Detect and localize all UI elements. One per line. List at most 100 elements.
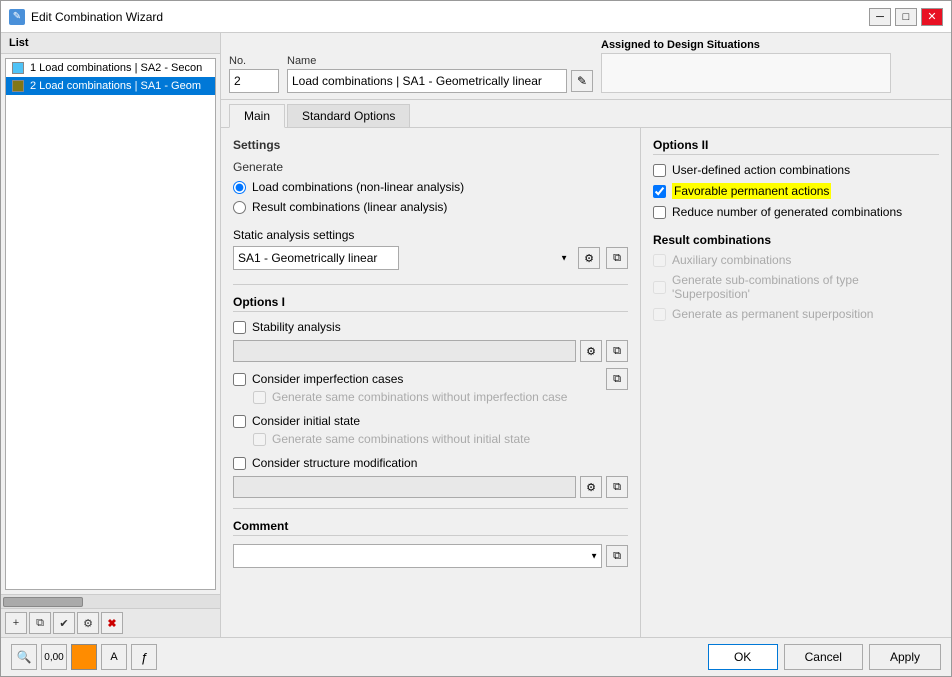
name-field-group: Name ✎: [287, 55, 593, 93]
imperfection-checkbox[interactable]: [233, 373, 246, 386]
right-panel: No. Name ✎ Assigned to Design Situations: [221, 33, 951, 637]
static-dropdown-wrapper: SA1 - Geometrically linear: [233, 246, 572, 270]
comment-dropdown[interactable]: [233, 544, 602, 568]
minimize-button[interactable]: ─: [869, 8, 891, 26]
scrollbar-thumb[interactable]: [3, 597, 83, 607]
color-btn[interactable]: [71, 644, 97, 670]
left-panel: List 1 Load combinations | SA2 - Secon 2…: [1, 33, 221, 637]
func-btn[interactable]: ƒ: [131, 644, 157, 670]
imperfection-group: Consider imperfection cases ⧉ Generate s…: [233, 368, 628, 404]
comment-section: Comment ⧉: [233, 519, 628, 568]
user-defined-checkbox-item: User-defined action combinations: [653, 163, 939, 177]
name-label: Name: [287, 55, 593, 67]
static-settings-btn[interactable]: ⚙: [578, 247, 600, 269]
stability-checkbox-item: Stability analysis: [233, 320, 628, 334]
toolbar-add-button[interactable]: +: [5, 612, 27, 634]
header-area: No. Name ✎ Assigned to Design Situations: [221, 33, 951, 100]
window-title: Edit Combination Wizard: [31, 10, 869, 24]
static-copy-btn[interactable]: ⧉: [606, 247, 628, 269]
structure-settings-btn[interactable]: ⚙: [580, 476, 602, 498]
no-label: No.: [229, 55, 279, 67]
initial-state-group: Consider initial state Generate same com…: [233, 414, 628, 446]
text-btn[interactable]: A: [101, 644, 127, 670]
favorable-label: Favorable permanent actions: [672, 183, 831, 199]
ok-button[interactable]: OK: [708, 644, 778, 670]
auxiliary-label: Auxiliary combinations: [672, 253, 791, 267]
sub-combinations-label: Generate sub-combinations of type 'Super…: [672, 273, 939, 301]
list-item-color: [12, 62, 24, 74]
structure-mod-checkbox[interactable]: [233, 457, 246, 470]
left-toolbar: + ⧉ ✔ ⚙ ✖: [1, 608, 220, 637]
static-analysis-label: Static analysis settings: [233, 228, 628, 242]
apply-button[interactable]: Apply: [869, 644, 941, 670]
list-item-color-2: [12, 80, 24, 92]
main-content: List 1 Load combinations | SA2 - Secon 2…: [1, 33, 951, 637]
num-btn[interactable]: 0,00: [41, 644, 67, 670]
initial-state-sub-checkbox: [253, 433, 266, 446]
list-item-text: 1 Load combinations | SA2 - Secon: [30, 62, 202, 74]
auxiliary-checkbox-item: Auxiliary combinations: [653, 253, 939, 267]
divider-2: [233, 508, 628, 509]
options-ii-section: Options II User-defined action combinati…: [653, 138, 939, 321]
list-area[interactable]: 1 Load combinations | SA2 - Secon 2 Load…: [5, 58, 216, 590]
radio-load-label: Load combinations (non-linear analysis): [252, 180, 464, 194]
stability-copy-btn[interactable]: ⧉: [606, 340, 628, 362]
permanent-superposition-label: Generate as permanent superposition: [672, 307, 873, 321]
stability-checkbox[interactable]: [233, 321, 246, 334]
static-analysis-dropdown[interactable]: SA1 - Geometrically linear: [233, 246, 399, 270]
auxiliary-checkbox: [653, 254, 666, 267]
name-input[interactable]: [287, 69, 567, 93]
initial-state-checkbox[interactable]: [233, 415, 246, 428]
comment-title: Comment: [233, 519, 628, 536]
favorable-checkbox[interactable]: [653, 185, 666, 198]
toolbar-delete-button[interactable]: ✖: [101, 612, 123, 634]
cancel-button[interactable]: Cancel: [784, 644, 863, 670]
stability-input-bar: [233, 340, 576, 362]
window-icon: ✎: [9, 9, 25, 25]
permanent-superposition-checkbox-item: Generate as permanent superposition: [653, 307, 939, 321]
magnify-btn[interactable]: 🔍: [11, 644, 37, 670]
close-button[interactable]: ✕: [921, 8, 943, 26]
left-content: Settings Generate Load combinations (non…: [221, 128, 641, 637]
initial-state-sub-checkbox-item: Generate same combinations without initi…: [253, 432, 628, 446]
user-defined-checkbox[interactable]: [653, 164, 666, 177]
divider-1: [233, 284, 628, 285]
radio-result-label: Result combinations (linear analysis): [252, 200, 447, 214]
list-label: List: [1, 33, 220, 54]
generate-label: Generate: [233, 160, 628, 174]
list-item-selected[interactable]: 2 Load combinations | SA1 - Geom: [6, 77, 215, 95]
name-edit-button[interactable]: ✎: [571, 70, 593, 92]
no-input[interactable]: [229, 69, 279, 93]
reduce-checkbox[interactable]: [653, 206, 666, 219]
bottom-left-tools: 🔍 0,00 A ƒ: [11, 644, 708, 670]
maximize-button[interactable]: □: [895, 8, 917, 26]
design-situations-area: Assigned to Design Situations: [601, 39, 891, 93]
sub-combinations-checkbox-item: Generate sub-combinations of type 'Super…: [653, 273, 939, 301]
structure-copy-btn[interactable]: ⧉: [606, 476, 628, 498]
toolbar-copy-button[interactable]: ⧉: [29, 612, 51, 634]
options-i-title: Options I: [233, 295, 628, 312]
title-bar: ✎ Edit Combination Wizard ─ □ ✕: [1, 1, 951, 33]
toolbar-settings-button[interactable]: ⚙: [77, 612, 99, 634]
radio-item-2[interactable]: Result combinations (linear analysis): [233, 200, 628, 214]
design-situations-label: Assigned to Design Situations: [601, 39, 891, 51]
no-field-group: No.: [229, 55, 279, 93]
radio-load-combinations[interactable]: [233, 181, 246, 194]
tab-main[interactable]: Main: [229, 104, 285, 128]
window-controls: ─ □ ✕: [869, 8, 943, 26]
stability-settings-btn[interactable]: ⚙: [580, 340, 602, 362]
toolbar-check-button[interactable]: ✔: [53, 612, 75, 634]
comment-copy-btn[interactable]: ⧉: [606, 545, 628, 567]
radio-item-1[interactable]: Load combinations (non-linear analysis): [233, 180, 628, 194]
imperfection-label: Consider imperfection cases: [252, 372, 403, 386]
tab-standard-options[interactable]: Standard Options: [287, 104, 410, 127]
horizontal-scrollbar[interactable]: [1, 594, 220, 608]
dialog-buttons: OK Cancel Apply: [708, 644, 941, 670]
stability-label: Stability analysis: [252, 320, 341, 334]
radio-result-combinations[interactable]: [233, 201, 246, 214]
permanent-superposition-checkbox: [653, 308, 666, 321]
initial-state-label: Consider initial state: [252, 414, 360, 428]
list-item[interactable]: 1 Load combinations | SA2 - Secon: [6, 59, 215, 77]
imperfection-copy-btn[interactable]: ⧉: [606, 368, 628, 390]
imperfection-sub-checkbox: [253, 391, 266, 404]
